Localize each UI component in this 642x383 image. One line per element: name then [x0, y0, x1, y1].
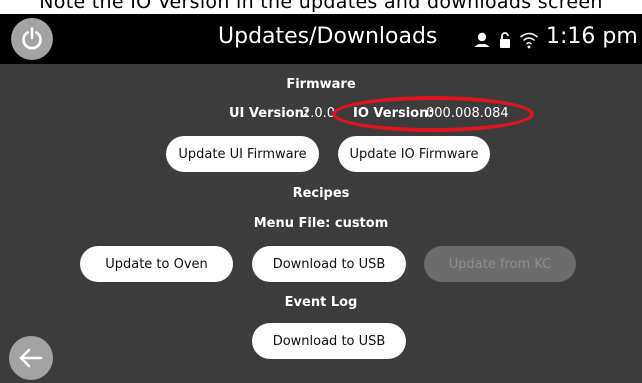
wifi-icon	[520, 32, 538, 49]
power-button[interactable]	[11, 18, 53, 60]
update-from-kc-button[interactable]: Update from KC	[424, 246, 576, 282]
back-button[interactable]	[9, 336, 53, 380]
update-to-oven-button[interactable]: Update to Oven	[80, 246, 233, 282]
update-ui-firmware-button[interactable]: Update UI Firmware	[166, 136, 319, 172]
version-row: UI Version: 2.0.0 IO Version: 000.008.08…	[0, 106, 642, 124]
back-arrow-icon	[19, 348, 43, 368]
menu-file-label: Menu File: custom	[253, 216, 389, 231]
instruction-caption: Note the IO Version in the updates and d…	[0, 0, 642, 14]
io-version-highlight	[332, 96, 534, 132]
user-icon	[474, 32, 490, 47]
recipes-heading: Recipes	[292, 186, 350, 201]
page-title: Updates/Downloads	[218, 24, 438, 49]
event-log-download-usb-button[interactable]: Download to USB	[252, 323, 406, 359]
header-bar: Updates/Downloads 1:16 pm	[0, 14, 642, 64]
clock: 1:16 pm	[546, 24, 638, 49]
firmware-heading: Firmware	[286, 77, 356, 92]
event-log-heading: Event Log	[284, 295, 358, 310]
ui-version-value: 2.0.0	[302, 106, 334, 121]
status-icons	[473, 29, 539, 51]
ui-version-label: UI Version:	[229, 106, 310, 121]
instruction-text: Note the IO Version in the updates and d…	[39, 0, 603, 13]
power-icon	[22, 27, 42, 50]
recipes-download-usb-button[interactable]: Download to USB	[252, 246, 406, 282]
update-io-firmware-button[interactable]: Update IO Firmware	[338, 136, 490, 172]
lock-icon	[500, 32, 510, 48]
